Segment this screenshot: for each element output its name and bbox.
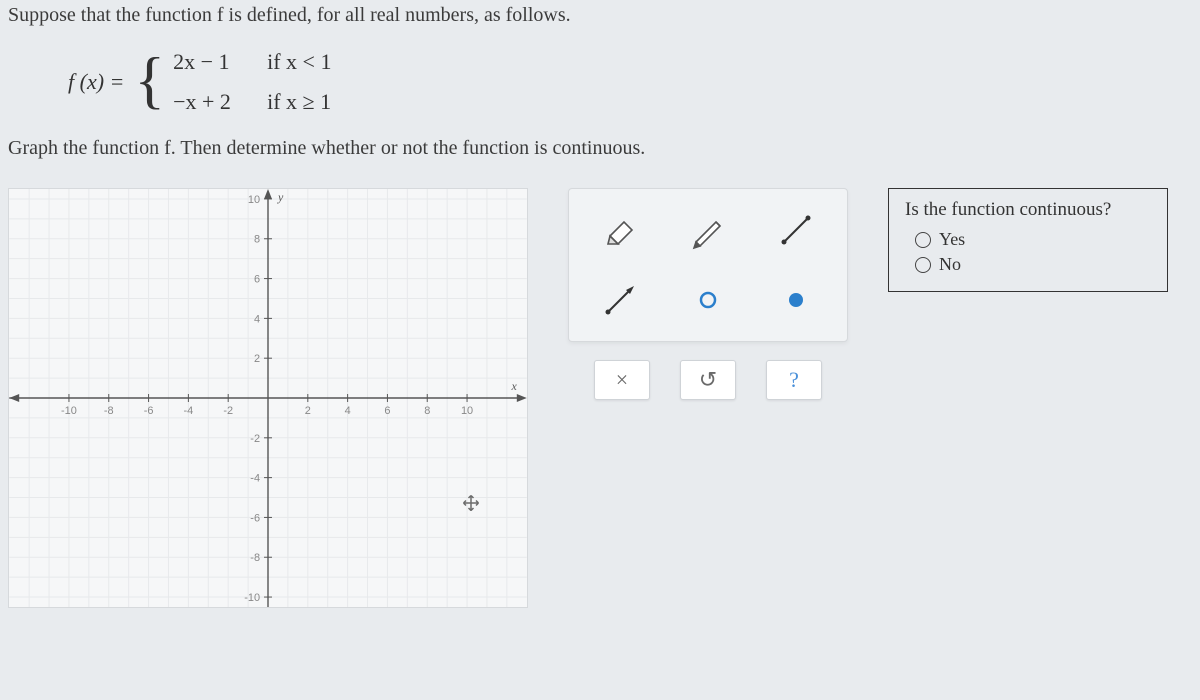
svg-text:8: 8 — [254, 234, 260, 246]
piece-1-expr: 2x − 1 — [173, 49, 253, 75]
tool-palette — [568, 188, 848, 342]
graph-canvas[interactable]: -10 -8 -6 -4 -2 2 4 6 8 10 10 8 — [8, 188, 528, 608]
svg-text:6: 6 — [254, 274, 260, 286]
svg-text:4: 4 — [254, 313, 260, 325]
x-axis-arrow-icon — [517, 394, 527, 402]
svg-text:10: 10 — [461, 405, 473, 417]
piece-1-cond: if x < 1 — [267, 49, 331, 75]
piece-1: 2x − 1 if x < 1 — [173, 49, 331, 75]
svg-text:-4: -4 — [184, 405, 194, 417]
question-title: Is the function continuous? — [905, 199, 1151, 221]
piece-2-cond: if x ≥ 1 — [267, 89, 331, 115]
action-row: × ↺ ? — [594, 360, 822, 400]
option-yes-label: Yes — [939, 229, 965, 250]
svg-text:-6: -6 — [144, 405, 154, 417]
option-no[interactable]: No — [915, 254, 1151, 275]
ray-tool-icon[interactable] — [591, 277, 649, 323]
open-point-tool-icon[interactable] — [679, 277, 737, 323]
help-button[interactable]: ? — [766, 360, 822, 400]
svg-text:4: 4 — [345, 405, 351, 417]
piece-2-expr: −x + 2 — [173, 89, 253, 115]
y-axis-label: y — [277, 190, 284, 204]
function-lhs: f (x) = — [68, 69, 124, 95]
svg-text:-8: -8 — [250, 552, 260, 564]
svg-text:2: 2 — [305, 405, 311, 417]
instruction-text: Graph the function f. Then determine whe… — [8, 137, 1192, 160]
coordinate-grid: -10 -8 -6 -4 -2 2 4 6 8 10 10 8 — [9, 189, 527, 607]
eraser-tool-icon[interactable] — [591, 207, 649, 253]
svg-text:-10: -10 — [61, 405, 77, 417]
move-handle-icon[interactable] — [459, 491, 483, 515]
svg-text:-10: -10 — [244, 592, 260, 604]
intro-text: Suppose that the function f is defined, … — [8, 4, 1192, 27]
svg-text:-2: -2 — [250, 433, 260, 445]
continuity-question: Is the function continuous? Yes No — [888, 188, 1168, 292]
piecewise-body: 2x − 1 if x < 1 −x + 2 if x ≥ 1 — [173, 49, 331, 115]
piecewise-brace: { — [134, 48, 165, 112]
svg-text:-6: -6 — [250, 512, 260, 524]
segment-tool-icon[interactable] — [767, 207, 825, 253]
radio-no[interactable] — [915, 257, 931, 273]
x-axis-arrow-left-icon — [9, 394, 19, 402]
piece-2: −x + 2 if x ≥ 1 — [173, 89, 331, 115]
svg-text:-8: -8 — [104, 405, 114, 417]
y-axis-arrow-icon — [264, 189, 272, 199]
function-definition: f (x) = { 2x − 1 if x < 1 −x + 2 if x ≥ … — [68, 49, 1192, 115]
option-no-label: No — [939, 254, 961, 275]
undo-button[interactable]: ↺ — [680, 360, 736, 400]
svg-text:6: 6 — [384, 405, 390, 417]
option-yes[interactable]: Yes — [915, 229, 1151, 250]
svg-text:2: 2 — [254, 353, 260, 365]
svg-text:8: 8 — [424, 405, 430, 417]
svg-text:-2: -2 — [223, 405, 233, 417]
pencil-tool-icon[interactable] — [679, 207, 737, 253]
radio-yes[interactable] — [915, 232, 931, 248]
svg-text:10: 10 — [248, 194, 260, 206]
clear-button[interactable]: × — [594, 360, 650, 400]
svg-text:-4: -4 — [250, 473, 260, 485]
x-axis-label: x — [510, 379, 517, 393]
closed-point-tool-icon[interactable] — [767, 277, 825, 323]
